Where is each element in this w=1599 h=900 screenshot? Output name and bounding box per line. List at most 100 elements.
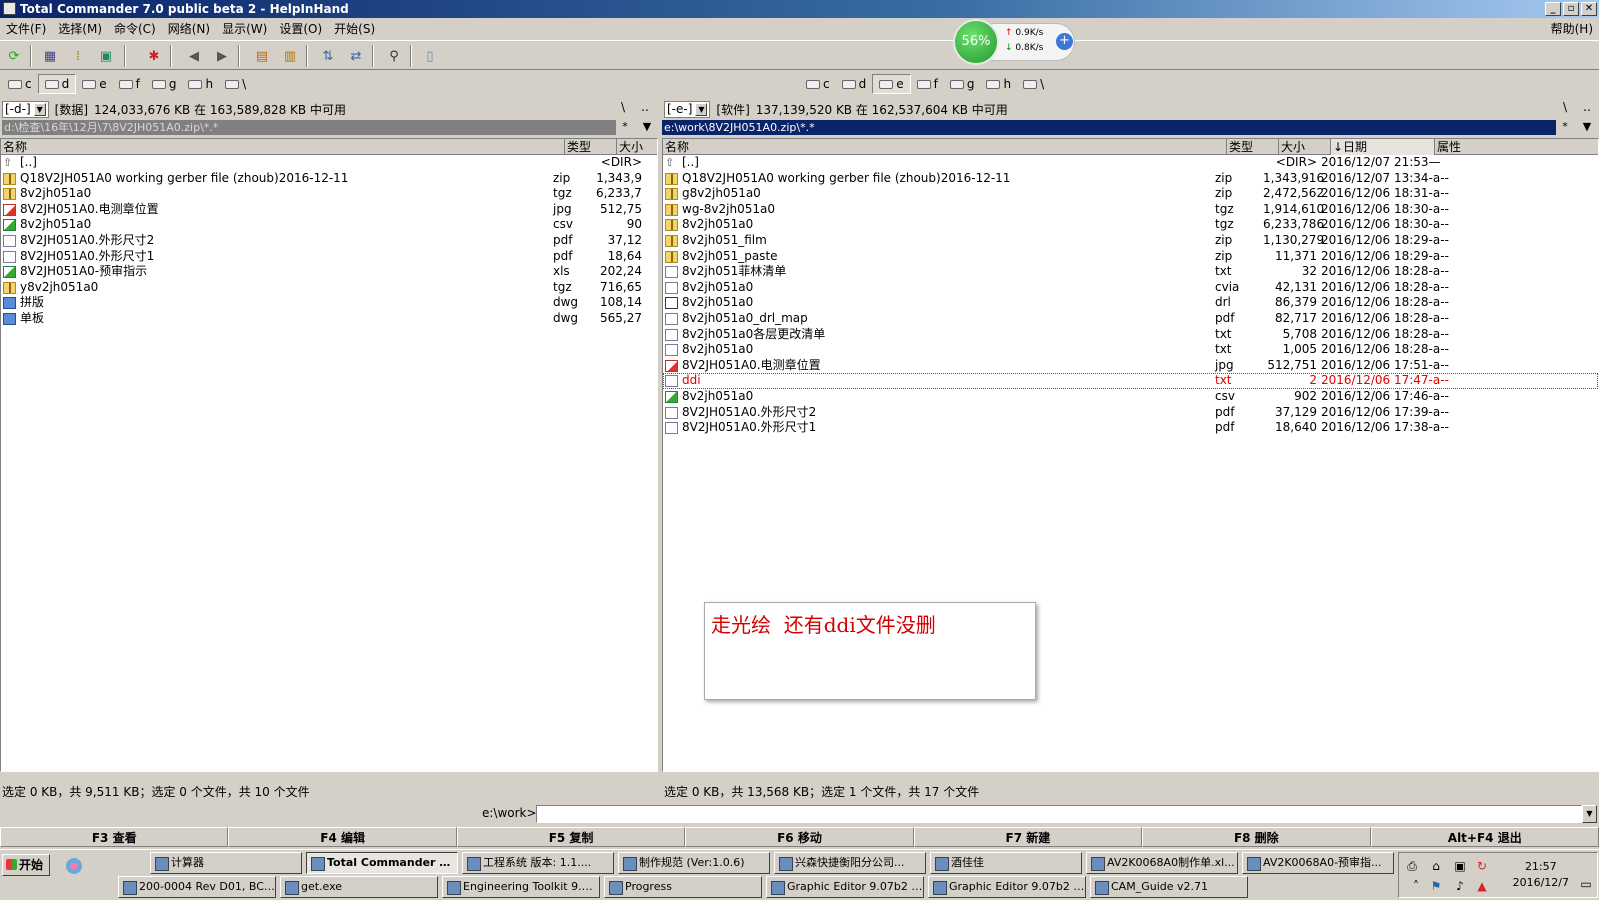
col-date-sorted[interactable]: ↓日期	[1331, 139, 1435, 155]
task-progress[interactable]: Progress	[604, 876, 762, 898]
chevron-down-icon[interactable]: ▼	[636, 120, 658, 135]
show-desktop-icon[interactable]: ▭	[1579, 877, 1593, 891]
file-row[interactable]: 8v2jh051_film zip 1,130,279 2016/12/06 18:2…	[663, 233, 1598, 249]
network-tray-icon[interactable]: ▣	[1453, 859, 1467, 873]
antivirus-icon[interactable]: ▲	[1475, 879, 1489, 893]
col-type[interactable]: 类型	[565, 139, 617, 155]
file-row[interactable]: 8v2jh051a0 csv 90	[1, 217, 657, 233]
pack-icon[interactable]: ▤	[252, 46, 272, 66]
f8-delete-button[interactable]: F8 删除	[1142, 827, 1371, 847]
file-row[interactable]: 8v2jh051_paste zip 11,371 2016/12/06 18:29-…	[663, 249, 1598, 265]
menu-commands[interactable]: 命令(C)	[108, 20, 162, 37]
plus-icon[interactable]: +	[1056, 33, 1073, 50]
f6-move-button[interactable]: F6 移动	[685, 827, 914, 847]
menu-file[interactable]: 文件(F)	[0, 20, 52, 37]
menu-show[interactable]: 显示(W)	[216, 20, 273, 37]
file-row[interactable]: 8v2jh051菲林清单 txt 32 2016/12/06 18:28-a--	[663, 264, 1598, 280]
file-row[interactable]: 8v2jh051a0_drl_map pdf 82,717 2016/12/06 18…	[663, 311, 1598, 327]
file-row[interactable]: ⇧ [..] <DIR> 2016/12/07 21:53—	[663, 155, 1598, 171]
file-row[interactable]: Q18V2JH051A0 working gerber file (zhoub)…	[1, 171, 657, 187]
left-drive-f[interactable]: f	[113, 74, 146, 94]
file-row[interactable]: 8V2JH051A0.外形尺寸1 pdf 18,640 2016/12/06 17:3…	[663, 420, 1598, 436]
usb-icon[interactable]: ⌂	[1429, 859, 1443, 873]
task-calculator[interactable]: 计算器	[150, 852, 302, 874]
right-parent-button[interactable]: ..	[1576, 100, 1598, 114]
url-connect-icon[interactable]: ⇄	[346, 46, 366, 66]
forward-icon[interactable]: ▶	[212, 46, 232, 66]
right-drive-h[interactable]: h	[980, 74, 1017, 94]
task-excel-review[interactable]: AV2K0068A0-预审指...	[1242, 852, 1394, 874]
file-row[interactable]: 8v2jh051a0 tgz 6,233,786 2016/12/06 18:30-a…	[663, 217, 1598, 233]
invert-selection-icon[interactable]: ✱	[144, 46, 164, 66]
col-attr[interactable]: 属性	[1435, 139, 1598, 155]
brief-view-icon[interactable]: ▦	[40, 46, 60, 66]
f5-copy-button[interactable]: F5 复制	[456, 827, 686, 847]
file-row[interactable]: 8V2JH051A0.外形尺寸2 pdf 37,12	[1, 233, 657, 249]
clock[interactable]: 21:57 2016/12/7	[1513, 859, 1569, 891]
right-drive-c[interactable]: c	[800, 74, 836, 94]
thumbnail-view-icon[interactable]: ▣	[96, 46, 116, 66]
file-row[interactable]: g8v2jh051a0 zip 2,472,562 2016/12/06 18:31-…	[663, 186, 1598, 202]
left-drive-network[interactable]: \	[219, 74, 252, 94]
file-row[interactable]: 单板 dwg 565,27	[1, 311, 657, 327]
task-get-exe[interactable]: get.exe	[280, 876, 438, 898]
task-pdf-doc[interactable]: 200-0004 Rev D01, BC8 ...	[118, 876, 276, 898]
file-row[interactable]: 8V2JH051A0.外形尺寸1 pdf 18,64	[1, 249, 657, 265]
printer-icon[interactable]: ⎙	[1405, 859, 1419, 873]
menu-configuration[interactable]: 设置(O)	[273, 20, 328, 37]
file-row[interactable]: ddi txt 2 2016/12/06 17:47-a--	[663, 373, 1598, 389]
file-row[interactable]: 8v2jh051a0 cvia 42,131 2016/12/06 18:28-a--	[663, 280, 1598, 296]
file-row[interactable]: ⇧ [..] <DIR>	[1, 155, 657, 171]
file-row[interactable]: 拼版 dwg 108,14	[1, 295, 657, 311]
task-cam-guide[interactable]: CAM_Guide v2.71	[1090, 876, 1248, 898]
chevron-down-icon[interactable]: ▼	[1576, 120, 1598, 135]
menu-help[interactable]: 帮助(H)	[1551, 20, 1593, 37]
right-current-path[interactable]: e:\work\8V2JH051A0.zip\*.*	[662, 120, 1556, 135]
file-row[interactable]: 8v2jh051a0 drl 86,379 2016/12/06 18:28-a--	[663, 295, 1598, 311]
file-row[interactable]: 8V2JH051A0.外形尺寸2 pdf 37,129 2016/12/06 17:3…	[663, 405, 1598, 421]
col-name[interactable]: 名称	[1, 139, 565, 155]
unpack-icon[interactable]: ▥	[280, 46, 300, 66]
flag-icon[interactable]: ⚑	[1429, 879, 1443, 893]
file-row[interactable]: Q18V2JH051A0 working gerber file (zhoub)…	[663, 171, 1598, 187]
left-root-button[interactable]: \	[612, 100, 634, 114]
task-jiujiajia[interactable]: 酒佳佳	[930, 852, 1082, 874]
quicklaunch-icon[interactable]	[66, 858, 82, 874]
right-drive-f[interactable]: f	[911, 74, 944, 94]
refresh-icon[interactable]: ⟳	[4, 46, 24, 66]
col-size[interactable]: 大小	[617, 139, 657, 155]
search-icon[interactable]: ⚲	[384, 46, 404, 66]
menu-net[interactable]: 网络(N)	[162, 20, 216, 37]
ftp-connect-icon[interactable]: ⇅	[318, 46, 338, 66]
file-row[interactable]: 8V2JH051A0-预审指示 xls 202,24	[1, 264, 657, 280]
task-total-commander[interactable]: Total Commander 7....	[306, 852, 458, 874]
sync-icon[interactable]: ↻	[1475, 859, 1489, 873]
notepad-icon[interactable]: ▯	[420, 46, 440, 66]
right-history-button[interactable]: *	[1554, 120, 1576, 135]
file-row[interactable]: 8v2jh051a0各层更改清单 txt 5,708 2016/12/06 18:28…	[663, 327, 1598, 343]
file-row[interactable]: 8V2JH051A0.电测章位置 jpg 512,75	[1, 202, 657, 218]
left-parent-button[interactable]: ..	[634, 100, 656, 114]
back-icon[interactable]: ◀	[184, 46, 204, 66]
left-drive-h[interactable]: h	[182, 74, 219, 94]
task-excel-order[interactable]: AV2K0068A0制作单.xl...	[1086, 852, 1238, 874]
maximize-button[interactable]: ▫	[1563, 2, 1579, 16]
chevron-down-icon[interactable]: ▼	[1582, 805, 1597, 823]
task-company-chat[interactable]: 兴森快捷衡阳分公司...	[774, 852, 926, 874]
file-row[interactable]: 8v2jh051a0 tgz 6,233,78	[1, 186, 657, 202]
col-name[interactable]: 名称	[663, 139, 1227, 155]
f4-edit-button[interactable]: F4 编辑	[228, 827, 457, 847]
right-root-button[interactable]: \	[1554, 100, 1576, 114]
left-drive-e[interactable]: e	[76, 74, 112, 94]
close-button[interactable]: ✕	[1581, 2, 1597, 16]
task-graphic-editor-2[interactable]: Graphic Editor 9.07b2 (0...	[928, 876, 1086, 898]
right-drive-d[interactable]: d	[836, 74, 873, 94]
file-row[interactable]: 8v2jh051a0 csv 902 2016/12/06 17:46-a--	[663, 389, 1598, 405]
left-drive-select[interactable]: [-d-] ▼	[2, 100, 49, 118]
altf4-exit-button[interactable]: Alt+F4 退出	[1370, 827, 1599, 847]
start-button[interactable]: 开始	[2, 854, 50, 876]
f3-view-button[interactable]: F3 查看	[0, 827, 229, 847]
command-line-input[interactable]	[536, 805, 1582, 823]
left-drive-d[interactable]: d	[37, 74, 77, 94]
minimize-button[interactable]: _	[1545, 2, 1561, 16]
